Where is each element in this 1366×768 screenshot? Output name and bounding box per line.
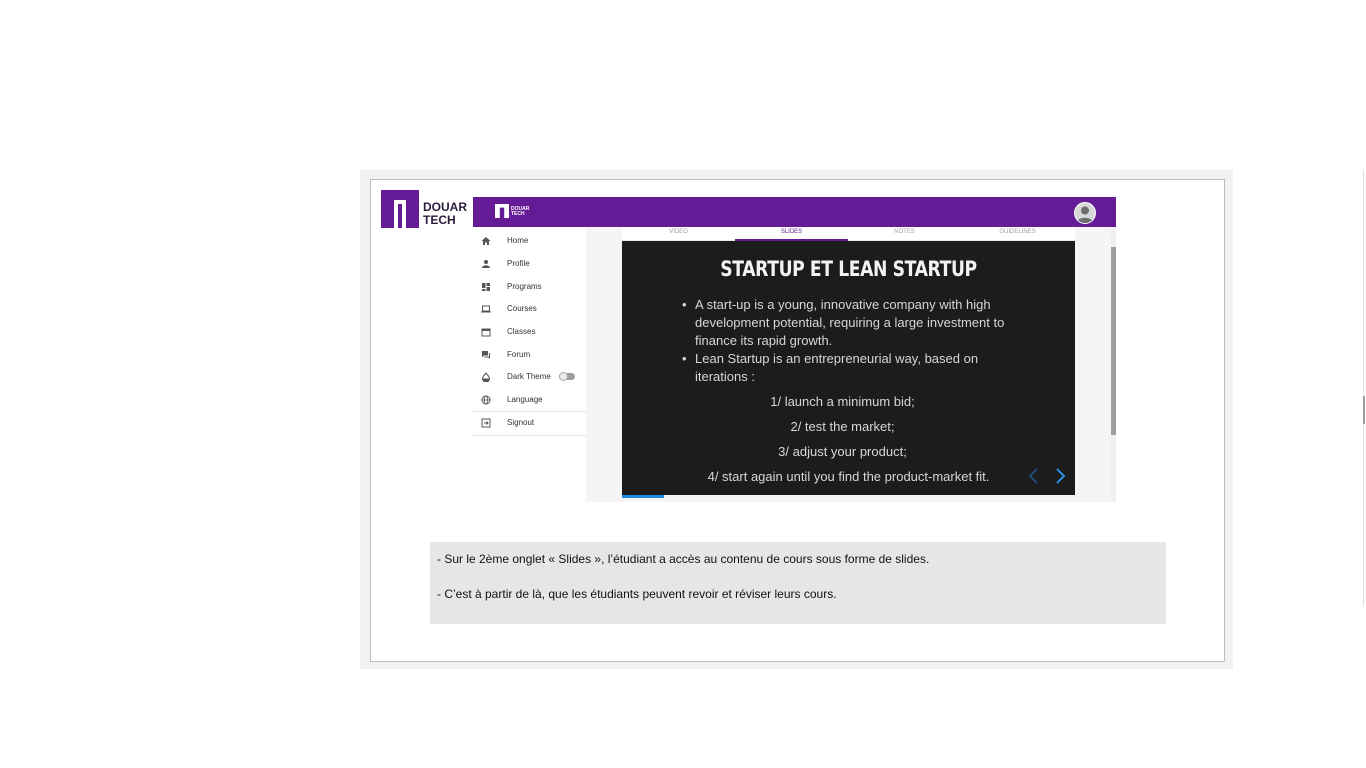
sidebar-item-dark-theme[interactable]: Dark Theme <box>473 367 586 389</box>
tab-guidelines[interactable]: GUIDELINES <box>961 229 1074 235</box>
sidebar-item-label: Signout <box>507 418 535 427</box>
topbar-logo-line-2: TECH <box>511 211 525 217</box>
forum-icon <box>482 351 490 359</box>
slide-title: STARTUP ET LEAN STARTUP <box>720 257 977 281</box>
note-line: - C’est à partir de là, que les étudiant… <box>437 587 837 601</box>
user-avatar-icon <box>1077 206 1093 223</box>
dark-theme-toggle[interactable] <box>559 372 575 381</box>
scrollbar-thumb[interactable] <box>1111 247 1116 435</box>
sidebar-item-language[interactable]: Language <box>473 390 586 412</box>
dashboard-icon <box>482 283 490 291</box>
douar-tech-logo-text: DOUAR TECH <box>423 201 467 227</box>
tab-notes[interactable]: NOTES <box>848 229 961 235</box>
slide-bullet: A start-up is a young, innovative compan… <box>682 296 1022 350</box>
drop-icon <box>481 372 491 382</box>
sidebar-item-label: Forum <box>507 350 531 359</box>
window-edge-scroll-indicator <box>1363 396 1365 424</box>
sidebar-item-classes[interactable]: Classes <box>473 322 586 344</box>
sidebar-item-signout[interactable]: Signout <box>473 413 586 435</box>
sidebar-item-label: Dark Theme <box>507 372 551 381</box>
sidebar-item-label: Classes <box>507 327 536 336</box>
user-avatar[interactable] <box>1074 202 1096 224</box>
window-edge <box>1363 170 1364 606</box>
slide-bullet: Lean Startup is an entrepreneurial way, … <box>682 350 1022 386</box>
topbar-logo-text: DOUAR TECH <box>511 207 529 217</box>
signout-icon <box>481 418 491 428</box>
topbar-logo-mark-icon <box>495 204 509 218</box>
note-line: - Sur le 2ème onglet « Slides », l’étudi… <box>437 552 930 566</box>
slide-bullets: A start-up is a young, innovative compan… <box>682 296 1022 386</box>
sidebar-divider <box>473 411 586 412</box>
slide-step: 3/ adjust your product; <box>778 444 907 459</box>
sidebar-item-forum[interactable]: Forum <box>473 345 586 367</box>
next-slide-icon[interactable] <box>1053 467 1067 485</box>
sidebar-item-label: Courses <box>507 304 537 313</box>
logo-line-2: TECH <box>423 213 456 227</box>
tab-video[interactable]: VIDEO <box>622 229 735 235</box>
slide-step: 1/ launch a minimum bid; <box>770 394 915 409</box>
sidebar-nav: Home Profile Programs Courses Classes Fo… <box>473 227 586 502</box>
topbar-logo[interactable]: DOUAR TECH <box>495 204 535 220</box>
course-content: VIDEO SLIDES NOTES GUIDELINES STARTUP ET… <box>586 227 1116 502</box>
home-icon <box>481 237 491 245</box>
douar-tech-logo-mark-icon <box>381 190 419 228</box>
sidebar-item-home[interactable]: Home <box>473 231 586 253</box>
sidebar-item-courses[interactable]: Courses <box>473 299 586 321</box>
calendar-icon <box>481 328 491 337</box>
course-tabs: VIDEO SLIDES NOTES GUIDELINES <box>622 227 1075 241</box>
slide-step: 2/ test the market; <box>790 419 895 434</box>
person-icon <box>482 260 490 268</box>
sidebar-divider <box>473 435 586 436</box>
slide-step: 4/ start again until you find the produc… <box>707 469 990 484</box>
previous-slide-icon[interactable] <box>1027 467 1041 485</box>
sidebar-item-label: Programs <box>507 282 542 291</box>
sidebar-item-label: Home <box>507 236 529 245</box>
app-window: DOUAR TECH Home Profile Programs Courses <box>473 197 1116 502</box>
globe-icon <box>481 395 491 405</box>
slide-progress-bar <box>622 495 664 498</box>
sidebar-item-label: Profile <box>507 259 530 268</box>
douar-tech-logo: DOUAR TECH <box>381 190 471 230</box>
tab-slides[interactable]: SLIDES <box>735 229 848 235</box>
sidebar-item-programs[interactable]: Programs <box>473 277 586 299</box>
slide-viewer: STARTUP ET LEAN STARTUP A start-up is a … <box>622 241 1075 495</box>
app-topbar: DOUAR TECH <box>473 197 1116 227</box>
sidebar-item-profile[interactable]: Profile <box>473 254 586 276</box>
sidebar-item-label: Language <box>507 395 543 404</box>
laptop-icon <box>481 305 491 313</box>
notes-box: - Sur le 2ème onglet « Slides », l’étudi… <box>430 542 1166 624</box>
